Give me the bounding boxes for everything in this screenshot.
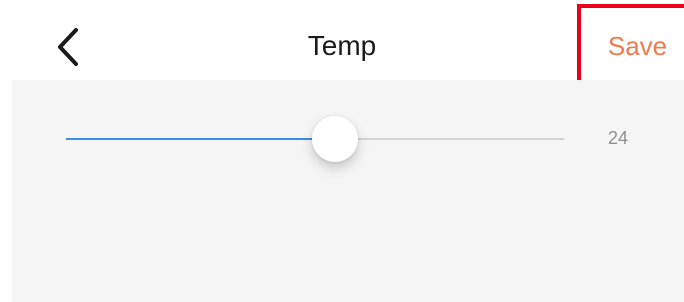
top-bar: Temp Save: [0, 0, 684, 88]
chevron-left-icon: [58, 28, 78, 66]
back-button[interactable]: [46, 22, 90, 72]
slider-value: 24: [608, 128, 629, 148]
page-title: Temp: [307, 30, 377, 61]
content-area: 24: [12, 80, 684, 302]
temp-slider[interactable]: [66, 116, 564, 162]
save-button-label: Save: [607, 30, 668, 61]
save-button[interactable]: Save: [577, 4, 684, 88]
slider-track-fill: [66, 138, 335, 140]
slider-thumb[interactable]: [311, 116, 358, 162]
